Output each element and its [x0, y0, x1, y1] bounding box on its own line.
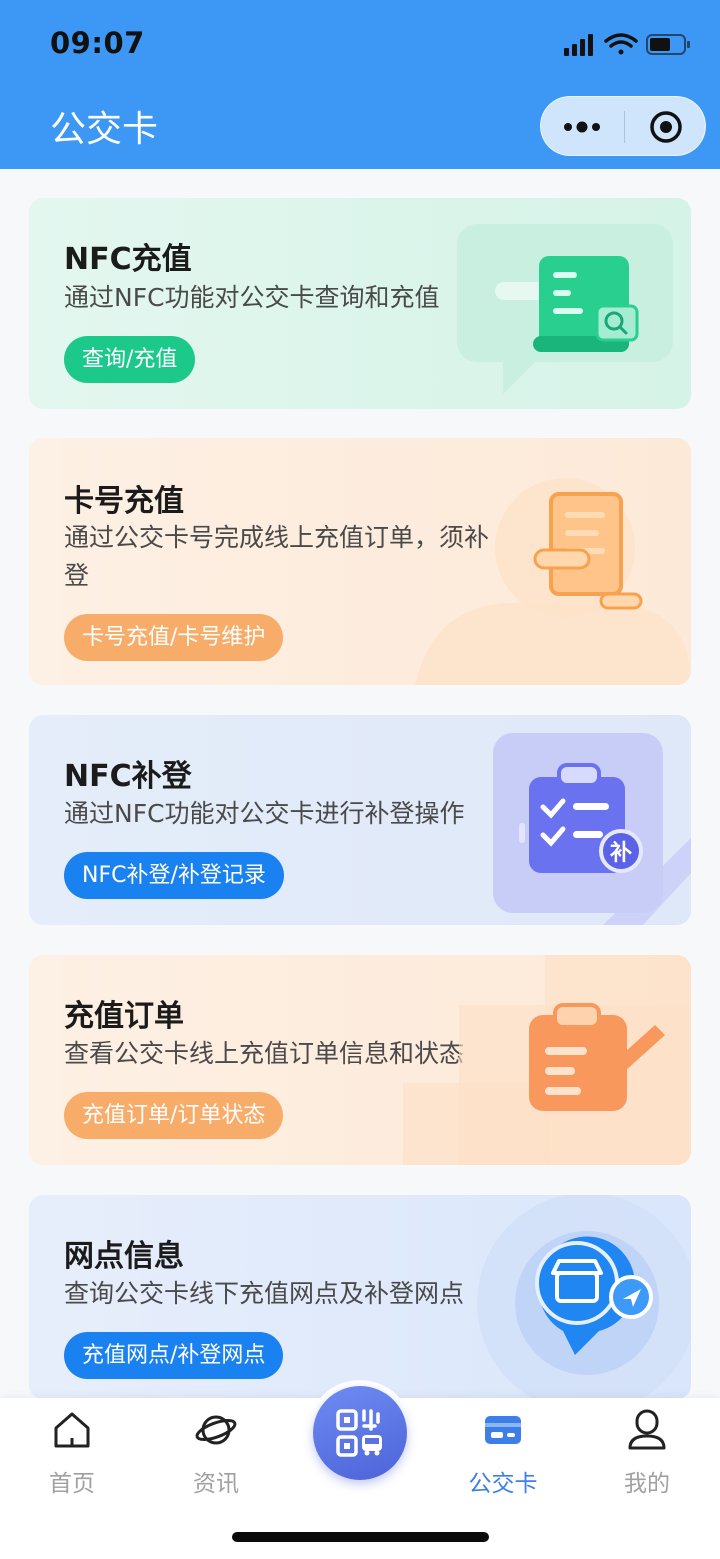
card-nfc-makeup[interactable]: NFC补登 通过NFC功能对公交卡进行补登操作 NFC补登/补登记录 补 [29, 715, 691, 925]
wifi-icon [604, 33, 638, 55]
tab-label: 公交卡 [468, 1471, 538, 1497]
scan-qr-button-inner [313, 1386, 407, 1480]
home-icon [54, 1412, 90, 1448]
card-description: 通过NFC功能对公交卡进行补登操作 [64, 799, 465, 828]
phone-card-icon [415, 478, 691, 685]
scan-qr-button[interactable] [307, 1380, 413, 1486]
target-icon [650, 111, 682, 143]
card-recharge-orders[interactable]: 充值订单 查看公交卡线上充值订单信息和状态 充值订单/订单状态 [29, 955, 691, 1165]
tab-label: 资讯 [193, 1471, 239, 1497]
close-button[interactable] [625, 97, 707, 157]
card-description: 通过NFC功能对公交卡查询和充值 [64, 283, 440, 312]
receipt-search-icon [457, 224, 673, 394]
clipboard-checklist-icon: 补 [493, 733, 691, 925]
more-button[interactable] [541, 97, 623, 157]
card-number-recharge-button[interactable]: 卡号充值/卡号维护 [64, 614, 284, 661]
card-title: NFC充值 [64, 242, 192, 277]
nfc-makeup-button[interactable]: NFC补登/补登记录 [64, 852, 284, 899]
tab-label: 首页 [49, 1471, 95, 1497]
status-time: 09:07 [50, 26, 145, 60]
status-icons [564, 33, 690, 56]
card-title: 网点信息 [64, 1239, 184, 1274]
tab-home[interactable]: 首页 [22, 1408, 122, 1498]
planet-icon [195, 1415, 237, 1445]
home-indicator [232, 1532, 489, 1542]
card-nfc-recharge[interactable]: NFC充值 通过NFC功能对公交卡查询和充值 查询/充值 [29, 198, 691, 409]
card-service-outlets[interactable]: 网点信息 查询公交卡线下充值网点及补登网点 充值网点/补登网点 [29, 1195, 691, 1399]
tab-mine[interactable]: 我的 [597, 1408, 697, 1498]
page-title: 公交卡 [50, 109, 159, 150]
tab-news[interactable]: 资讯 [166, 1408, 266, 1498]
card-title: NFC补登 [64, 759, 192, 794]
signal-icon [564, 34, 593, 56]
store-location-icon [477, 1195, 691, 1399]
tab-label: 我的 [624, 1471, 670, 1497]
battery-icon [646, 34, 690, 55]
card-title: 卡号充值 [64, 484, 184, 519]
card-title: 充值订单 [64, 999, 184, 1034]
bus-card-icon [485, 1416, 521, 1444]
header-bar: 09:07 公交卡 [0, 0, 720, 169]
person-icon [628, 1409, 666, 1450]
mini-program-capsule [540, 96, 706, 156]
makeup-badge: 补 [609, 841, 632, 866]
tab-bus-card[interactable]: 公交卡 [453, 1408, 553, 1498]
clipboard-pen-icon [403, 955, 691, 1165]
card-number-recharge[interactable]: 卡号充值 通过公交卡号完成线上充值订单，须补登 卡号充值/卡号维护 [29, 438, 691, 685]
recharge-orders-button[interactable]: 充值订单/订单状态 [64, 1092, 284, 1139]
query-recharge-button[interactable]: 查询/充值 [64, 336, 196, 383]
qr-bus-icon [336, 1409, 382, 1457]
service-outlets-button[interactable]: 充值网点/补登网点 [64, 1332, 284, 1379]
more-dots-icon [564, 121, 600, 133]
